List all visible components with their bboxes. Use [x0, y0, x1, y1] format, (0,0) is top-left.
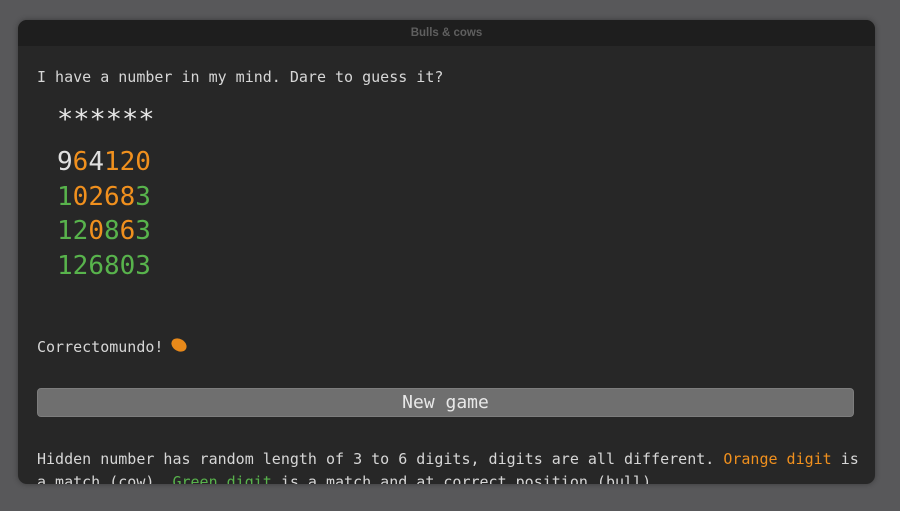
- clapping-hands-icon: [169, 335, 190, 355]
- guess-digit-cow: 0: [135, 147, 151, 177]
- guess-digit-cow: 6: [72, 147, 89, 177]
- help-part-1: Hidden number has random length of 3 to …: [37, 450, 724, 468]
- guess-digit-none: 9: [57, 147, 73, 177]
- guess-row: 964120: [57, 145, 151, 180]
- guess-digit-bull: 2: [72, 216, 89, 246]
- guess-digit-cow: 1: [103, 147, 120, 177]
- help-part-3: is a match and at correct position (bull…: [271, 473, 661, 484]
- game-window: Bulls & cows I have a number in my mind.…: [18, 20, 875, 484]
- help-text: Hidden number has random length of 3 to …: [37, 448, 867, 484]
- guess-digit-bull: 6: [88, 250, 104, 281]
- guess-digit-cow: 0: [88, 216, 104, 246]
- help-green-label: Green digit: [172, 473, 272, 484]
- guess-digit-cow: 6: [103, 181, 120, 212]
- guess-digit-cow: 2: [119, 147, 136, 177]
- guess-digit-cow: 0: [72, 181, 89, 212]
- guess-digit-bull: 3: [135, 181, 151, 212]
- new-game-button[interactable]: New game: [37, 388, 854, 417]
- guess-digit-bull: 2: [72, 250, 89, 281]
- intro-text: I have a number in my mind. Dare to gues…: [37, 68, 444, 86]
- guess-digit-bull: 0: [119, 250, 136, 281]
- guess-digit-cow: 8: [119, 181, 136, 212]
- status-message: Correctomundo!: [37, 335, 190, 356]
- guess-digit-cow: 6: [119, 216, 136, 246]
- window-titlebar[interactable]: Bulls & cows: [18, 20, 875, 46]
- guess-row: 126803: [57, 249, 151, 284]
- guess-digit-bull: 1: [57, 250, 73, 281]
- guess-digit-bull: 8: [103, 216, 120, 246]
- status-text: Correctomundo!: [37, 338, 164, 356]
- guess-digit-bull: 3: [135, 250, 151, 281]
- guess-digit-bull: 1: [57, 216, 73, 246]
- window-title: Bulls & cows: [410, 27, 483, 39]
- guess-row: 120863: [57, 214, 151, 249]
- help-orange-label: Orange digit: [723, 450, 832, 468]
- guess-row: 102683: [57, 180, 151, 215]
- guess-list: 964120 102683 120863 126803: [57, 145, 151, 283]
- guess-digit-cow: 2: [88, 181, 104, 212]
- hidden-number-mask: ******: [57, 104, 155, 135]
- guess-digit-bull: 1: [57, 181, 73, 212]
- guess-digit-bull: 8: [103, 250, 120, 281]
- guess-digit-none: 4: [88, 147, 104, 177]
- guess-digit-bull: 3: [135, 216, 151, 246]
